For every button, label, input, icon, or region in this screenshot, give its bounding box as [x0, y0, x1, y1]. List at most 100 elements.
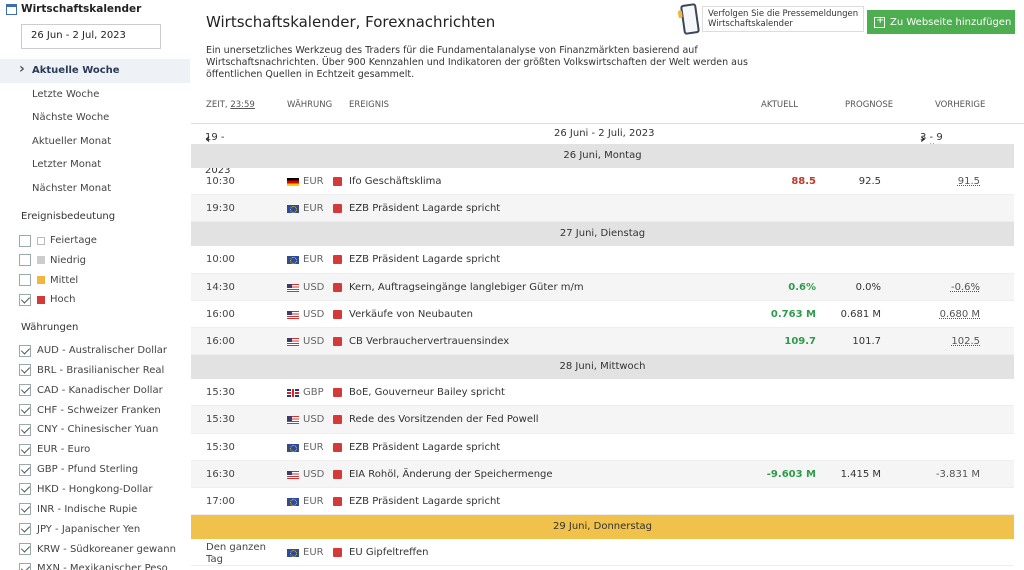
- event-time: 15:30: [206, 387, 235, 399]
- currency-option[interactable]: CHF - Schweizer Franken: [19, 402, 161, 419]
- currency-option[interactable]: INR - Indische Rupie: [19, 501, 137, 518]
- checkbox[interactable]: [19, 423, 31, 436]
- event-row[interactable]: 15:30 EUR EZB Präsident Lagarde spricht: [191, 434, 1014, 461]
- day-header-row: 29 Juni, Donnerstag: [191, 515, 1014, 540]
- importance-color-swatch: [37, 295, 45, 304]
- checkbox[interactable]: [19, 344, 31, 357]
- importance-color-swatch: [37, 256, 45, 265]
- currency-label: CNY - Chinesischer Yuan: [37, 424, 159, 436]
- period-item[interactable]: Letzte Woche: [0, 83, 190, 107]
- currency-option[interactable]: HKD - Hongkong-Dollar: [19, 481, 153, 498]
- checkbox[interactable]: [19, 364, 31, 377]
- col-currency: WÄHRUNG: [287, 100, 333, 110]
- period-item[interactable]: Nächster Monat: [0, 177, 190, 201]
- event-row[interactable]: Den ganzen Tag EUR EU Gipfeltreffen: [191, 539, 1014, 567]
- promo-text[interactable]: Verfolgen Sie die Pressemeldungen Wirtsc…: [702, 6, 865, 32]
- event-name[interactable]: CB Verbrauchervertrauensindex: [349, 336, 509, 347]
- high-importance-icon: [333, 309, 342, 319]
- checkbox[interactable]: [19, 384, 31, 397]
- press-release-promo[interactable]: Verfolgen Sie die Pressemeldungen Wirtsc…: [679, 3, 865, 35]
- page-description: Ein unersetzliches Werkzeug des Traders …: [206, 45, 748, 80]
- flag-eu-icon: [287, 205, 299, 214]
- event-name[interactable]: EZB Präsident Lagarde spricht: [349, 203, 500, 214]
- event-previous: 0.680 M: [939, 308, 980, 320]
- checkbox[interactable]: [19, 254, 31, 267]
- event-row[interactable]: 10:30 EUR Ifo Geschäftsklima 88.5 92.5 91.5: [191, 168, 1014, 196]
- event-forecast: 92.5: [858, 176, 881, 187]
- high-importance-icon: [333, 388, 342, 398]
- event-row[interactable]: 16:00 USD Verkäufe von Neubauten 0.763 M 0.6…: [191, 301, 1014, 328]
- currency-option[interactable]: BRL - Brasilianischer Real: [19, 362, 164, 379]
- add-to-website-button[interactable]: Zu Webseite hinzufügen: [867, 10, 1015, 34]
- checkbox[interactable]: [19, 503, 31, 516]
- event-forecast: 1.415 M: [840, 468, 881, 480]
- currency-option[interactable]: KRW - Südkoreaner gewann: [19, 541, 176, 558]
- checkbox[interactable]: [19, 562, 31, 570]
- checkbox[interactable]: [19, 274, 31, 287]
- checkbox[interactable]: [19, 293, 31, 306]
- event-name[interactable]: EIA Rohöl, Änderung der Speichermenge: [349, 469, 553, 480]
- flag-eu-icon: [287, 497, 299, 506]
- checkbox[interactable]: [19, 523, 31, 536]
- currency-option[interactable]: CAD - Kanadischer Dollar: [19, 382, 163, 399]
- checkbox[interactable]: [19, 543, 31, 555]
- event-row[interactable]: 10:00 EUR EZB Präsident Lagarde spricht: [191, 246, 1014, 274]
- event-name[interactable]: EZB Präsident Lagarde spricht: [349, 496, 500, 507]
- importance-color-swatch: [37, 276, 45, 285]
- currency-option[interactable]: EUR - Euro: [19, 441, 90, 458]
- event-row[interactable]: 14:30 USD Kern, Auftragseingänge langlebig…: [191, 273, 1014, 301]
- event-row[interactable]: 16:30 USD EIA Rohöl, Änderung der Speicher…: [191, 460, 1014, 488]
- event-actual: 88.5: [791, 176, 816, 187]
- importance-option[interactable]: Mittel: [19, 272, 78, 289]
- event-row[interactable]: 15:30 USD Rede des Vorsitzenden der Fed Po…: [191, 406, 1014, 434]
- event-name[interactable]: BoE, Gouverneur Bailey spricht: [349, 387, 505, 398]
- period-item[interactable]: Aktuelle Woche: [0, 58, 190, 83]
- col-actual: AKTUELL: [761, 100, 798, 110]
- event-name[interactable]: Rede des Vorsitzenden der Fed Powell: [349, 414, 539, 425]
- event-time: 16:00: [206, 308, 235, 320]
- period-item[interactable]: Aktueller Monat: [0, 130, 190, 154]
- currency-option[interactable]: MXN - Mexikanischer Peso: [19, 560, 168, 570]
- event-row[interactable]: 19:30 EUR EZB Präsident Lagarde spricht: [191, 195, 1014, 223]
- event-name[interactable]: Ifo Geschäftsklima: [349, 176, 442, 187]
- importance-label: Feiertage: [50, 235, 97, 246]
- date-range-input[interactable]: 26 Jun - 2 Jul, 2023: [21, 24, 161, 49]
- col-forecast: PROGNOSE: [845, 100, 894, 110]
- main-content: Wirtschaftskalender, Forexnachrichten Ve…: [191, 0, 1024, 570]
- checkbox[interactable]: [19, 404, 31, 417]
- flag-eu-icon: [287, 443, 299, 452]
- currency-option[interactable]: CNY - Chinesischer Yuan: [19, 421, 158, 438]
- current-time[interactable]: 23:59: [230, 100, 255, 110]
- event-forecast: 0.0%: [855, 281, 881, 293]
- checkbox[interactable]: [19, 443, 31, 456]
- currencies-title: Währungen: [21, 322, 79, 333]
- currency-option[interactable]: AUD - Australischer Dollar: [19, 342, 167, 359]
- flag-de-icon: [287, 178, 299, 186]
- currency-label: MXN - Mexikanischer Peso: [37, 563, 168, 570]
- currency-option[interactable]: GBP - Pfund Sterling: [19, 461, 138, 478]
- event-name[interactable]: Verkäufe von Neubauten: [349, 309, 473, 320]
- event-currency: EUR: [303, 176, 324, 187]
- event-row[interactable]: 17:00 EUR EZB Präsident Lagarde spricht: [191, 488, 1014, 516]
- period-item[interactable]: Nächste Woche: [0, 106, 190, 130]
- importance-option[interactable]: Feiertage: [19, 232, 97, 249]
- event-currency: USD: [303, 308, 325, 320]
- event-forecast: 101.7: [852, 335, 881, 347]
- event-name[interactable]: EU Gipfeltreffen: [349, 547, 429, 558]
- importance-option[interactable]: Hoch: [19, 291, 75, 308]
- period-item[interactable]: Letzter Monat: [0, 153, 190, 177]
- importance-option[interactable]: Niedrig: [19, 252, 86, 269]
- currency-option[interactable]: JPY - Japanischer Yen: [19, 521, 140, 538]
- high-importance-icon: [333, 496, 342, 506]
- checkbox[interactable]: [19, 463, 31, 476]
- currency-label: INR - Indische Rupie: [37, 503, 138, 515]
- high-importance-icon: [333, 469, 342, 479]
- event-row[interactable]: 16:00 USD CB Verbrauchervertrauensindex 109…: [191, 327, 1014, 356]
- event-name[interactable]: Kern, Auftragseingänge langlebiger Güter…: [349, 282, 584, 293]
- event-currency: USD: [303, 335, 325, 347]
- checkbox[interactable]: [19, 483, 31, 496]
- checkbox[interactable]: [19, 234, 31, 247]
- event-row[interactable]: 15:30 GBP BoE, Gouverneur Bailey spricht: [191, 379, 1014, 407]
- event-name[interactable]: EZB Präsident Lagarde spricht: [349, 442, 500, 453]
- event-name[interactable]: EZB Präsident Lagarde spricht: [349, 254, 500, 265]
